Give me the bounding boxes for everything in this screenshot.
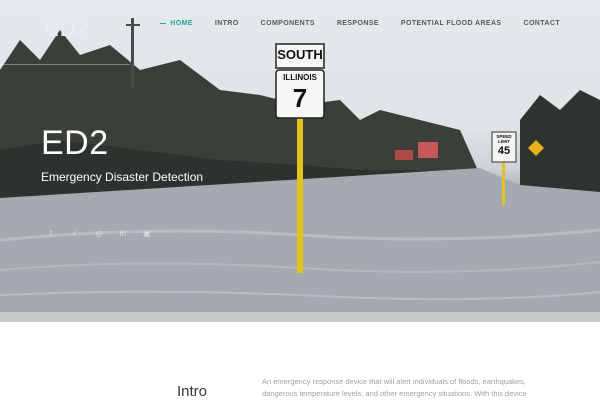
route-sign-header: SOUTH: [277, 47, 323, 62]
route-sign-number: 7: [292, 83, 308, 113]
brand-logo[interactable]: ED2: [44, 16, 90, 42]
instagram-icon[interactable]: ▣: [142, 229, 152, 238]
intro-heading: Intro: [177, 383, 208, 400]
speed-sign-mid: LIMIT: [498, 139, 510, 144]
nav-potential-flood-areas[interactable]: POTENTIAL FLOOD AREAS: [379, 20, 502, 27]
nav-components[interactable]: COMPONENTS: [239, 20, 315, 27]
intro-text: An emergency response device that will a…: [262, 377, 527, 398]
nav-contact[interactable]: CONTACT: [502, 20, 561, 27]
nav-home[interactable]: HOME: [148, 20, 193, 27]
hero-subtitle: Emergency Disaster Detection: [41, 170, 204, 184]
twitter-icon[interactable]: ✓: [70, 229, 80, 238]
nav-intro[interactable]: INTRO: [193, 20, 239, 27]
social-links: f ✓ ◎ in ▣: [46, 229, 152, 238]
hero-title: ED2: [41, 124, 109, 162]
speed-sign-value: 45: [497, 145, 511, 157]
facebook-icon[interactable]: f: [46, 229, 56, 238]
route-sign-state: ILLINOIS: [283, 73, 317, 82]
linkedin-icon[interactable]: in: [118, 229, 128, 238]
nav-response[interactable]: RESPONSE: [315, 20, 379, 27]
dribbble-icon[interactable]: ◎: [94, 229, 104, 238]
hero-section: SOUTH ILLINOIS 7 SPEED LIMIT 45 ED2 HOME…: [0, 0, 600, 322]
main-nav: HOME INTRO COMPONENTS RESPONSE POTENTIAL…: [148, 20, 560, 27]
brand-divider: [0, 64, 130, 65]
